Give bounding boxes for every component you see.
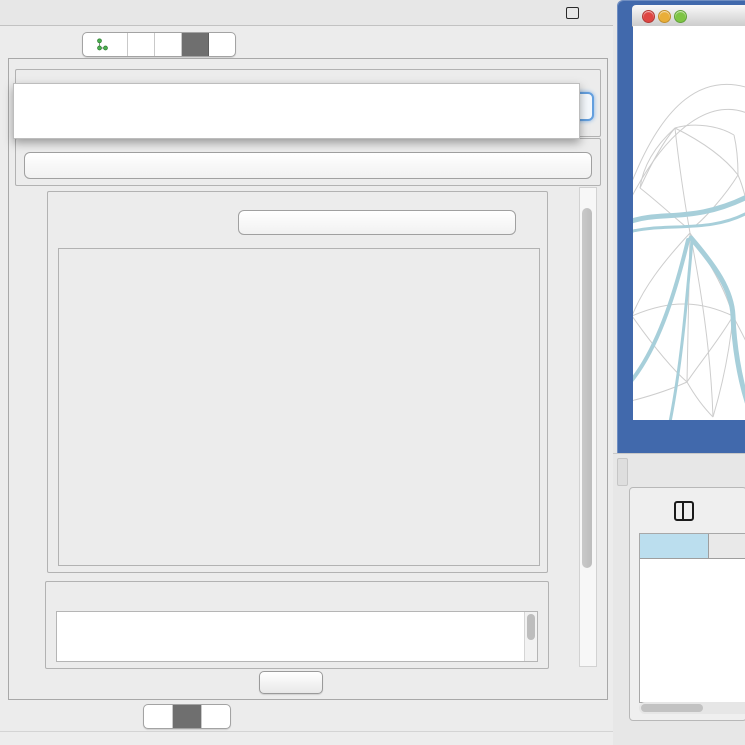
table-horizontal-scrollbar[interactable] [639,702,745,714]
attributes-to-discretize-group [45,581,549,669]
cyni-toolbox-panel [8,58,608,700]
close-traffic-light-icon[interactable] [642,10,655,23]
root [0,0,745,745]
settings-scrollbar[interactable] [579,187,597,667]
minimize-traffic-light-icon[interactable] [658,10,671,23]
bottom-strip [0,731,613,745]
control-panel-titlebar [0,0,613,26]
panel-splitter-handle[interactable] [617,458,628,486]
float-window-icon[interactable] [566,7,579,19]
column-header-name[interactable] [709,534,745,558]
numerical-attributes-list [56,611,538,662]
tab-style[interactable] [128,33,155,56]
tab-infer-network[interactable] [202,705,230,728]
table-header-row [640,534,745,559]
tab-discretize-data[interactable] [173,705,202,728]
column-header-shared-name[interactable] [640,534,709,558]
scrollbar-thumb[interactable] [641,704,703,712]
table-data-combobox[interactable] [24,152,592,179]
tab-jactivemnodules[interactable] [209,33,235,56]
thresholds-coordinates-group [58,248,540,566]
attributes-scrollbar[interactable] [524,612,537,661]
network-view-window [617,0,745,453]
network-canvas[interactable] [633,26,745,420]
zoom-traffic-light-icon[interactable] [674,10,687,23]
node-table [639,533,745,703]
network-icon [96,38,109,51]
interval-definition-group [47,191,548,573]
bottom-tab-bar [143,704,231,729]
control-panel [0,0,614,745]
tab-select[interactable] [155,33,182,56]
columns-icon[interactable] [674,501,694,521]
dropdown-item-equal-width-frequency[interactable] [14,88,579,89]
top-tab-bar [82,32,236,57]
tab-network[interactable] [83,33,128,56]
number-of-intervals-combobox[interactable] [238,210,516,235]
apply-button[interactable] [259,671,323,694]
table-panel-strip [613,453,745,488]
table-data-group [15,138,601,186]
network-edges [633,84,745,417]
algorithm-dropdown-popup [13,83,580,139]
scrollbar-thumb[interactable] [582,208,592,568]
tab-cyni-toolbox[interactable] [182,33,209,56]
network-window-titlebar[interactable] [632,5,745,27]
scrollbar-thumb[interactable] [527,614,535,640]
tab-impute-data[interactable] [144,705,173,728]
table-panel [629,487,745,721]
